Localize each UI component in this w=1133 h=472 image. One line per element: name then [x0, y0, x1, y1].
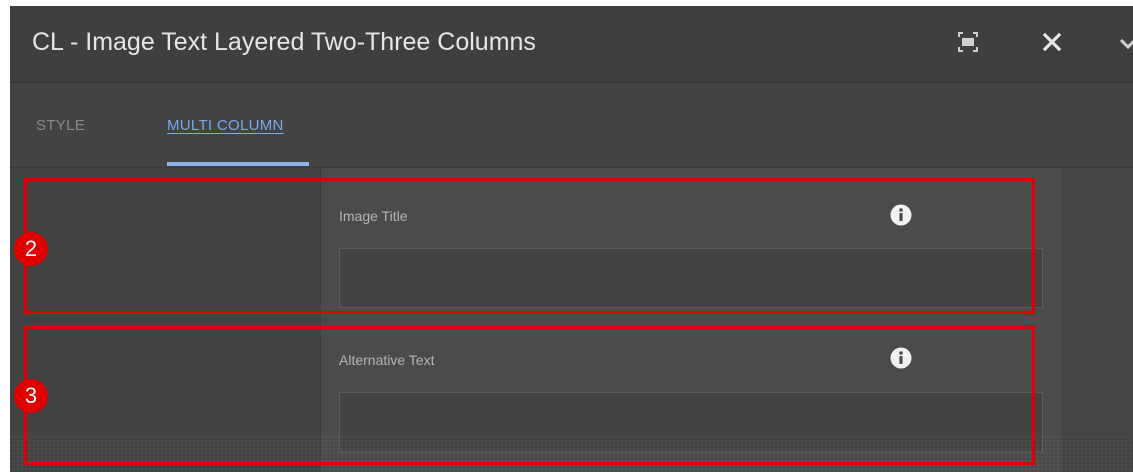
- tab-multi-column[interactable]: MULTI COLUMN: [167, 117, 284, 134]
- annotation-box-2: [24, 178, 1035, 314]
- annotation-box-3: [24, 326, 1035, 465]
- tab-bar: STYLE MULTI COLUMN: [10, 83, 1133, 168]
- dialog-titlebar: CL - Image Text Layered Two-Three Column…: [10, 6, 1133, 83]
- dialog-title: CL - Image Text Layered Two-Three Column…: [32, 28, 536, 56]
- fullscreen-icon[interactable]: [956, 30, 980, 54]
- tab-style[interactable]: STYLE: [36, 117, 85, 134]
- annotation-marker-2: 2: [14, 232, 48, 266]
- annotation-marker-3: 3: [14, 379, 48, 413]
- right-column: [1061, 168, 1133, 472]
- active-tab-indicator: [167, 162, 309, 166]
- close-icon[interactable]: [1040, 30, 1064, 54]
- chevron-down-icon[interactable]: [1118, 32, 1133, 56]
